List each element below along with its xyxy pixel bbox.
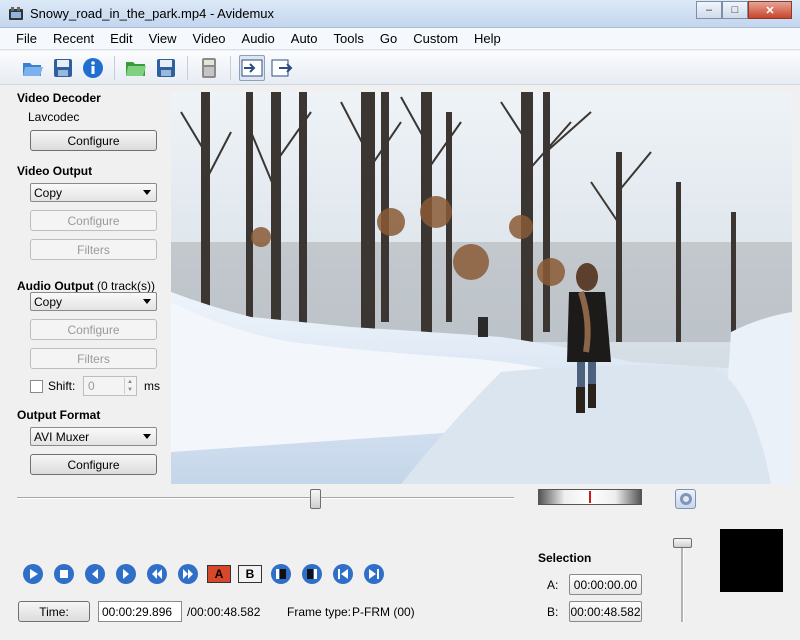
audio-output-title: Audio Output (0 track(s)) bbox=[17, 279, 155, 293]
menu-tools[interactable]: Tools bbox=[326, 31, 372, 46]
settings-panel: Video Decoder Lavcodec Configure Video O… bbox=[0, 86, 171, 486]
toolbar bbox=[0, 51, 800, 85]
video-decoder-title: Video Decoder bbox=[17, 91, 101, 105]
jog-shuttle[interactable] bbox=[538, 489, 642, 505]
output-preview-box bbox=[720, 529, 783, 592]
go-to-last-frame-icon[interactable] bbox=[361, 562, 387, 586]
toolbar-separator bbox=[114, 55, 115, 80]
video-output-configure-button[interactable]: Configure bbox=[30, 210, 157, 231]
menu-bar: File Recent Edit View Video Audio Auto T… bbox=[0, 28, 800, 50]
time-button[interactable]: Time: bbox=[18, 601, 90, 622]
frame-type-label: Frame type: bbox=[287, 605, 352, 619]
audio-shift-unit: ms bbox=[144, 379, 160, 393]
current-time-field[interactable]: 00:00:29.896 bbox=[98, 601, 182, 622]
menu-file[interactable]: File bbox=[8, 31, 45, 46]
maximize-button[interactable]: □ bbox=[722, 1, 748, 19]
navigation-controls: A B bbox=[20, 562, 387, 586]
menu-help[interactable]: Help bbox=[466, 31, 509, 46]
output-format-configure-button[interactable]: Configure bbox=[30, 454, 157, 475]
save-icon[interactable] bbox=[153, 55, 179, 81]
toolbar-separator bbox=[230, 55, 231, 80]
total-time: /00:00:48.582 bbox=[187, 605, 261, 619]
play-icon[interactable] bbox=[20, 562, 46, 586]
video-decoder-codec: Lavcodec bbox=[28, 110, 80, 124]
output-format-value: AVI Muxer bbox=[34, 429, 90, 444]
video-decoder-configure-button[interactable]: Configure bbox=[30, 130, 157, 151]
menu-edit[interactable]: Edit bbox=[102, 31, 140, 46]
menu-view[interactable]: View bbox=[141, 31, 185, 46]
seek-slider-thumb[interactable] bbox=[310, 489, 321, 509]
audio-shift-spinbox[interactable]: 0 ▲ ▼ bbox=[83, 376, 137, 396]
spin-arrows-icon[interactable]: ▲ ▼ bbox=[124, 378, 135, 394]
audio-meter-toggle-button[interactable] bbox=[675, 489, 696, 509]
audio-shift-value: 0 bbox=[88, 379, 95, 393]
audio-output-configure-button[interactable]: Configure bbox=[30, 319, 157, 340]
next-keyframe-icon[interactable] bbox=[175, 562, 201, 586]
selection-title: Selection bbox=[538, 551, 592, 565]
audio-output-codec-select[interactable]: Copy bbox=[30, 292, 157, 311]
chevron-down-icon bbox=[143, 434, 151, 439]
set-marker-b-button[interactable]: B bbox=[237, 564, 263, 584]
seek-slider-track[interactable] bbox=[17, 497, 514, 499]
video-output-title: Video Output bbox=[17, 164, 93, 178]
save-video-icon[interactable] bbox=[50, 55, 76, 81]
selection-a-field[interactable]: 00:00:00.00 bbox=[569, 574, 642, 595]
window-title: Snowy_road_in_the_park.mp4 - Avidemux bbox=[30, 6, 275, 21]
audio-output-title-text: Audio Output bbox=[17, 279, 94, 293]
video-output-filters-button[interactable]: Filters bbox=[30, 239, 157, 260]
chevron-down-icon bbox=[143, 190, 151, 195]
output-format-title: Output Format bbox=[17, 408, 101, 422]
audio-output-codec-value: Copy bbox=[34, 294, 63, 309]
audio-output-filters-button[interactable]: Filters bbox=[30, 348, 157, 369]
output-mode-icon[interactable] bbox=[269, 55, 295, 81]
previous-frame-icon[interactable] bbox=[82, 562, 108, 586]
previous-keyframe-icon[interactable] bbox=[144, 562, 170, 586]
audio-track-count: (0 track(s)) bbox=[96, 279, 155, 293]
go-to-first-frame-icon[interactable] bbox=[330, 562, 356, 586]
menu-video[interactable]: Video bbox=[185, 31, 234, 46]
video-preview[interactable] bbox=[171, 92, 792, 484]
video-output-codec-value: Copy bbox=[34, 185, 63, 200]
open-icon[interactable] bbox=[20, 55, 46, 81]
minimize-button[interactable]: – bbox=[696, 1, 722, 19]
chevron-down-icon bbox=[143, 299, 151, 304]
next-black-frame-icon[interactable] bbox=[299, 562, 325, 586]
volume-slider-thumb[interactable] bbox=[673, 538, 692, 548]
menu-audio[interactable]: Audio bbox=[234, 31, 283, 46]
marker-a-label: A bbox=[207, 565, 231, 583]
info-icon[interactable] bbox=[80, 55, 106, 81]
output-format-select[interactable]: AVI Muxer bbox=[30, 427, 157, 446]
input-mode-icon[interactable] bbox=[239, 54, 265, 81]
audio-shift-checkbox[interactable] bbox=[30, 379, 43, 393]
menu-recent[interactable]: Recent bbox=[45, 31, 102, 46]
selection-a-label: A: bbox=[547, 578, 559, 592]
open-folder-icon[interactable] bbox=[123, 55, 149, 81]
previous-black-frame-icon[interactable] bbox=[268, 562, 294, 586]
close-button[interactable]: ✕ bbox=[748, 1, 792, 19]
video-output-codec-select[interactable]: Copy bbox=[30, 183, 157, 202]
audio-shift-label: Shift: bbox=[48, 379, 76, 393]
menu-custom[interactable]: Custom bbox=[405, 31, 466, 46]
jog-center-marker bbox=[589, 491, 591, 503]
menu-auto[interactable]: Auto bbox=[283, 31, 326, 46]
selection-b-field[interactable]: 00:00:48.582 bbox=[569, 601, 642, 622]
menu-go[interactable]: Go bbox=[372, 31, 405, 46]
selection-b-label: B: bbox=[547, 605, 559, 619]
avidemux-app-icon[interactable] bbox=[8, 6, 24, 22]
next-frame-icon[interactable] bbox=[113, 562, 139, 586]
audio-shift-row: Shift: bbox=[30, 376, 75, 396]
stop-icon[interactable] bbox=[51, 562, 77, 586]
title-bar: Snowy_road_in_the_park.mp4 - Avidemux – … bbox=[0, 0, 800, 28]
calculator-icon[interactable] bbox=[196, 55, 222, 81]
marker-b-label: B bbox=[238, 565, 262, 583]
set-marker-a-button[interactable]: A bbox=[206, 564, 232, 584]
frame-type-value: P-FRM (00) bbox=[352, 605, 415, 619]
toolbar-separator bbox=[187, 55, 188, 80]
volume-slider-track[interactable] bbox=[681, 540, 684, 622]
